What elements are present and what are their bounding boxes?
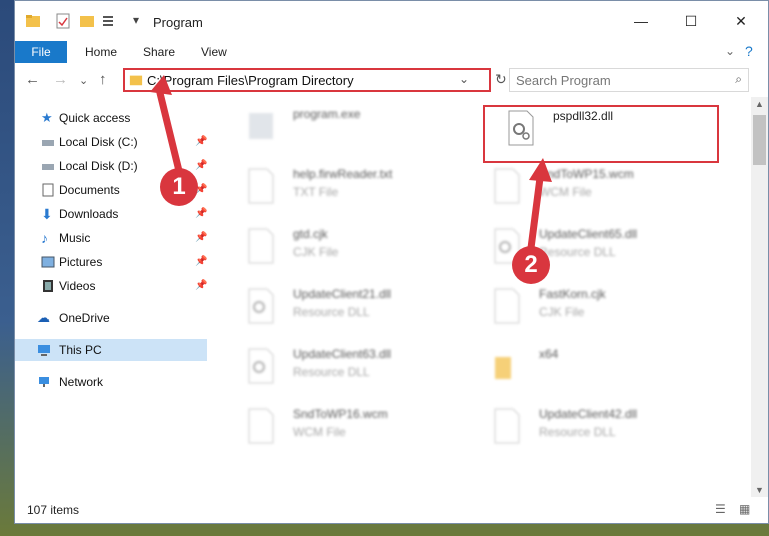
step-badge-1: 1 (160, 168, 198, 206)
step-badge-2: 2 (512, 246, 550, 284)
annotation-arrows (150, 75, 552, 252)
